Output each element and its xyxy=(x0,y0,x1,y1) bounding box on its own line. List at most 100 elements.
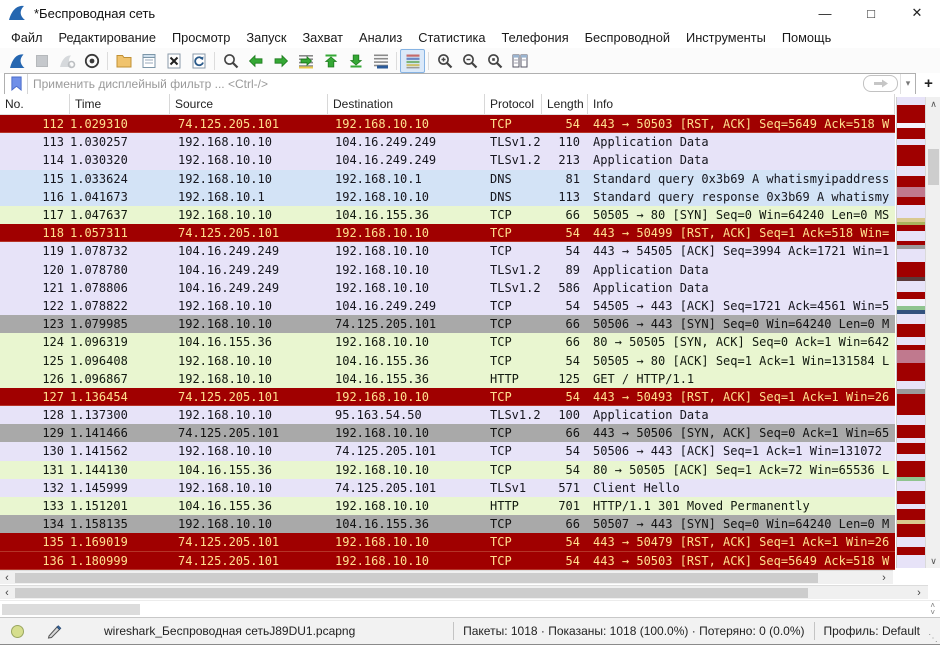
cell-time: 1.180999 xyxy=(70,554,170,568)
close-button[interactable]: ✕ xyxy=(894,0,940,26)
column-header-time[interactable]: Time xyxy=(70,94,170,114)
zoom-out-icon[interactable] xyxy=(457,49,482,73)
close-file-icon[interactable] xyxy=(161,49,186,73)
minimize-button[interactable]: — xyxy=(802,0,848,26)
cell-info: 443 → 54505 [ACK] Seq=3994 Ack=1721 Win=… xyxy=(588,244,895,258)
menu-telephony[interactable]: Телефония xyxy=(499,28,570,47)
packet-row-130[interactable]: 1301.141562192.168.10.1074.125.205.101TC… xyxy=(0,442,895,460)
pane-spinner[interactable]: ˄˅ xyxy=(930,602,935,616)
display-filter-field[interactable]: ▾ xyxy=(4,73,916,95)
secondary-hscrollbar[interactable]: ‹ › xyxy=(0,585,928,599)
menu-go[interactable]: Запуск xyxy=(244,28,288,47)
column-header-destination[interactable]: Destination xyxy=(328,94,485,114)
packet-row-136[interactable]: 1361.18099974.125.205.101192.168.10.10TC… xyxy=(0,552,895,570)
minimap-stripe xyxy=(897,187,925,197)
packet-row-117[interactable]: 1171.047637192.168.10.10104.16.155.36TCP… xyxy=(0,206,895,224)
cell-info: 50505 → 80 [ACK] Seq=1 Ack=1 Win=131584 … xyxy=(588,354,895,368)
packet-row-112[interactable]: 1121.02931074.125.205.101192.168.10.10TC… xyxy=(0,115,895,133)
restart-capture-icon[interactable] xyxy=(79,49,104,73)
next-packet-icon[interactable] xyxy=(268,49,293,73)
stop-capture-icon[interactable] xyxy=(29,49,54,73)
packet-row-134[interactable]: 1341.158135192.168.10.10104.16.155.36TCP… xyxy=(0,515,895,533)
packet-minimap-scrollbar[interactable] xyxy=(896,97,925,568)
cell-source: 74.125.205.101 xyxy=(170,535,328,549)
prev-packet-icon[interactable] xyxy=(243,49,268,73)
goto-packet-icon[interactable] xyxy=(293,49,318,73)
packet-row-123[interactable]: 1231.079985192.168.10.1074.125.205.101TC… xyxy=(0,315,895,333)
filter-bookmark-icon[interactable] xyxy=(5,74,28,94)
vertical-scrollbar[interactable]: ∧ ∨ xyxy=(925,97,940,568)
scroll-left-icon[interactable]: ‹ xyxy=(0,571,14,584)
menu-statistics[interactable]: Статистика xyxy=(416,28,487,47)
menu-view[interactable]: Просмотр xyxy=(170,28,232,47)
scroll-left-icon[interactable]: ‹ xyxy=(0,586,14,599)
column-header-info[interactable]: Info xyxy=(588,94,895,114)
scroll-right-icon[interactable]: › xyxy=(877,571,891,584)
colorize-icon[interactable] xyxy=(400,49,425,73)
menu-tools[interactable]: Инструменты xyxy=(684,28,768,47)
vertical-scroll-thumb[interactable] xyxy=(928,149,939,185)
menu-file[interactable]: Файл xyxy=(9,28,44,47)
menu-edit[interactable]: Редактирование xyxy=(56,28,157,47)
scroll-down-icon[interactable]: ∨ xyxy=(926,554,940,568)
packet-row-129[interactable]: 1291.14146674.125.205.101192.168.10.10TC… xyxy=(0,424,895,442)
minimap-stripe xyxy=(897,145,925,166)
column-header-no[interactable]: No. xyxy=(0,94,70,114)
last-packet-icon[interactable] xyxy=(343,49,368,73)
column-header-length[interactable]: Length xyxy=(542,94,588,114)
packet-row-125[interactable]: 1251.096408192.168.10.10104.16.155.36TCP… xyxy=(0,351,895,369)
hscroll-thumb[interactable] xyxy=(15,573,818,583)
packet-row-114[interactable]: 1141.030320192.168.10.10104.16.249.249TL… xyxy=(0,151,895,169)
packet-row-113[interactable]: 1131.030257192.168.10.10104.16.249.249TL… xyxy=(0,133,895,151)
packet-list-hscrollbar[interactable]: ‹ › xyxy=(0,570,893,584)
packet-row-119[interactable]: 1191.078732104.16.249.249192.168.10.10TC… xyxy=(0,242,895,260)
find-packet-icon[interactable] xyxy=(218,49,243,73)
filter-dropdown-caret-icon[interactable]: ▾ xyxy=(900,74,915,94)
packet-row-131[interactable]: 1311.144130104.16.155.36192.168.10.10TCP… xyxy=(0,461,895,479)
packet-row-120[interactable]: 1201.078780104.16.249.249192.168.10.10TL… xyxy=(0,261,895,279)
first-packet-icon[interactable] xyxy=(318,49,343,73)
menu-help[interactable]: Помощь xyxy=(780,28,833,47)
cell-no: 131 xyxy=(0,463,70,477)
capture-comment-icon[interactable] xyxy=(47,624,62,639)
scroll-right-icon[interactable]: › xyxy=(912,586,926,599)
profile-selector[interactable]: Профиль: Default xyxy=(824,624,921,638)
column-header-protocol[interactable]: Protocol xyxy=(485,94,542,114)
add-filter-button[interactable]: + xyxy=(921,76,936,92)
zoom-original-icon[interactable] xyxy=(482,49,507,73)
open-file-icon[interactable] xyxy=(111,49,136,73)
pane-handle[interactable] xyxy=(2,604,140,615)
packet-row-116[interactable]: 1161.041673192.168.10.1192.168.10.10DNS1… xyxy=(0,188,895,206)
expert-info-icon[interactable] xyxy=(10,624,25,639)
cell-protocol: TCP xyxy=(485,390,542,404)
packet-row-124[interactable]: 1241.096319104.16.155.36192.168.10.10TCP… xyxy=(0,333,895,351)
packet-row-122[interactable]: 1221.078822192.168.10.10104.16.249.249TC… xyxy=(0,297,895,315)
packet-row-121[interactable]: 1211.078806104.16.249.249192.168.10.10TL… xyxy=(0,279,895,297)
packet-row-118[interactable]: 1181.05731174.125.205.101192.168.10.10TC… xyxy=(0,224,895,242)
scroll-up-icon[interactable]: ∧ xyxy=(926,97,940,111)
menu-analyze[interactable]: Анализ xyxy=(357,28,404,47)
packet-row-115[interactable]: 1151.033624192.168.10.10192.168.10.1DNS8… xyxy=(0,170,895,188)
packet-row-128[interactable]: 1281.137300192.168.10.1095.163.54.50TLSv… xyxy=(0,406,895,424)
cell-length: 66 xyxy=(542,335,588,349)
menu-capture[interactable]: Захват xyxy=(300,28,345,47)
cell-no: 125 xyxy=(0,354,70,368)
packet-row-127[interactable]: 1271.13645474.125.205.101192.168.10.10TC… xyxy=(0,388,895,406)
autoscroll-icon[interactable] xyxy=(368,49,393,73)
display-filter-input[interactable] xyxy=(28,77,863,91)
hscroll-thumb[interactable] xyxy=(15,588,808,598)
packet-row-132[interactable]: 1321.145999192.168.10.1074.125.205.101TL… xyxy=(0,479,895,497)
save-file-icon[interactable] xyxy=(136,49,161,73)
maximize-button[interactable]: □ xyxy=(848,0,894,26)
packet-row-135[interactable]: 1351.16901974.125.205.101192.168.10.10TC… xyxy=(0,533,895,551)
zoom-in-icon[interactable] xyxy=(432,49,457,73)
reload-file-icon[interactable] xyxy=(186,49,211,73)
apply-filter-button[interactable] xyxy=(863,75,898,92)
capture-options-icon[interactable] xyxy=(54,49,79,73)
menu-wireless[interactable]: Беспроводной xyxy=(583,28,672,47)
resize-columns-icon[interactable] xyxy=(507,49,532,73)
packet-row-133[interactable]: 1331.151201104.16.155.36192.168.10.10HTT… xyxy=(0,497,895,515)
packet-row-126[interactable]: 1261.096867192.168.10.10104.16.155.36HTT… xyxy=(0,370,895,388)
column-header-source[interactable]: Source xyxy=(170,94,328,114)
start-capture-icon[interactable] xyxy=(4,49,29,73)
